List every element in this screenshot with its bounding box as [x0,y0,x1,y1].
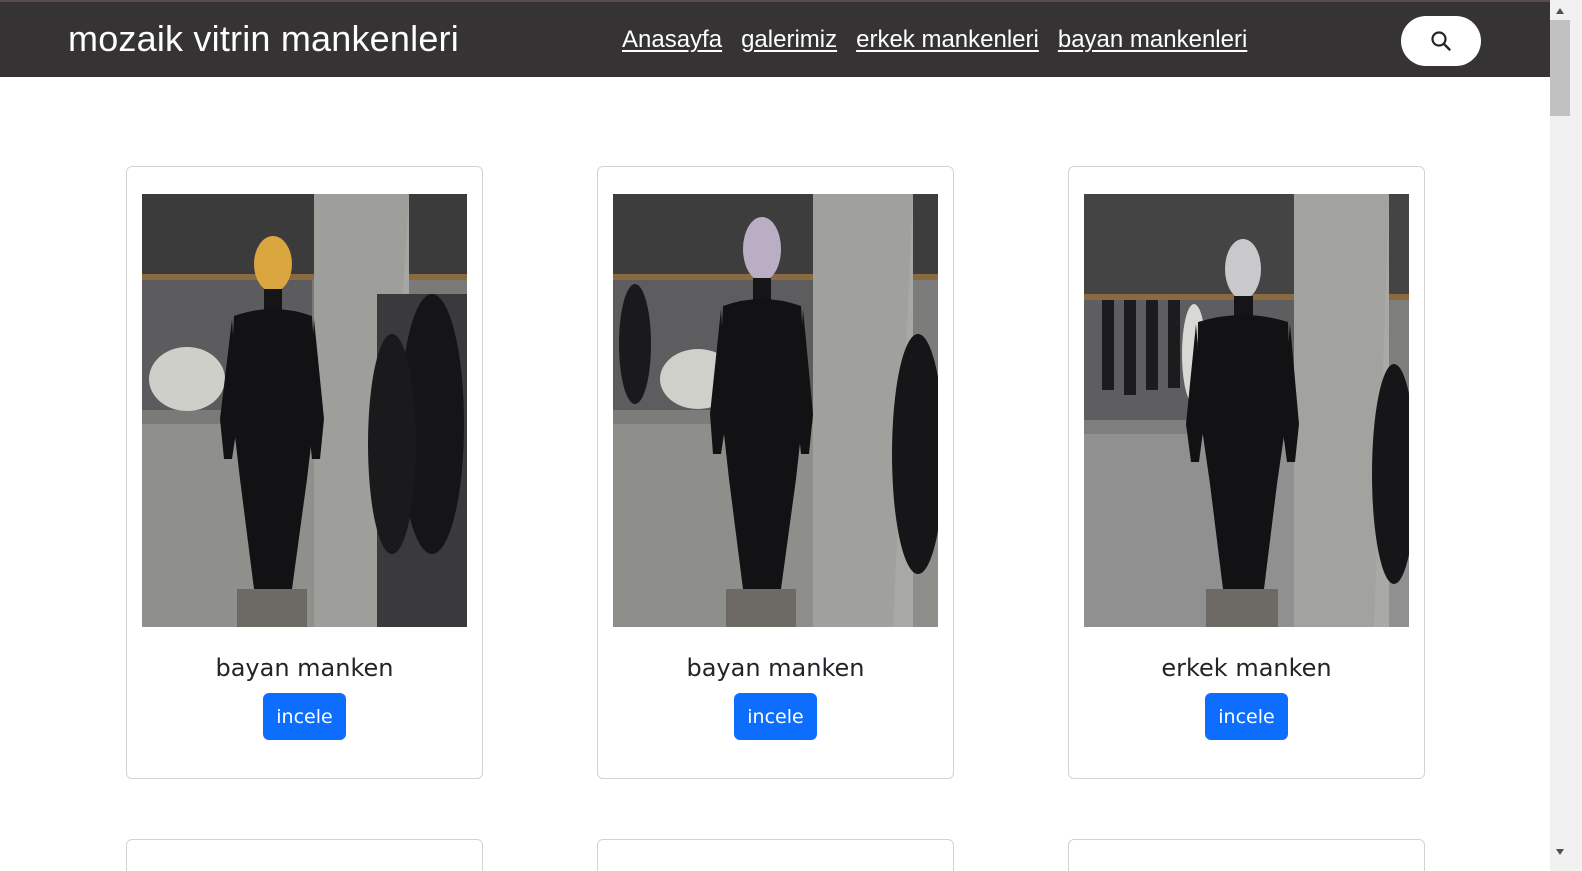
inspect-button[interactable]: incele [734,693,817,740]
top-navbar: mozaik vitrin mankenleri Anasayfa galeri… [0,0,1550,77]
inspect-button[interactable]: incele [1205,693,1288,740]
product-image[interactable] [1084,194,1409,627]
nav-link-anasayfa[interactable]: Anasayfa [622,26,722,54]
search-button[interactable] [1401,16,1481,66]
product-card: erkek manken incele [1068,166,1425,779]
inspect-button[interactable]: incele [263,693,346,740]
product-card [1068,839,1425,871]
scrollbar-thumb[interactable] [1550,20,1570,116]
page: mozaik vitrin mankenleri Anasayfa galeri… [0,0,1550,871]
main-nav: Anasayfa galerimiz erkek mankenleri baya… [622,26,1247,54]
scroll-down-arrow[interactable] [1550,843,1570,861]
product-card: bayan manken incele [597,166,954,779]
chevron-up-icon [1556,8,1564,14]
site-brand[interactable]: mozaik vitrin mankenleri [68,18,459,60]
product-image[interactable] [613,194,938,627]
search-icon [1431,31,1451,51]
product-image[interactable] [142,194,467,627]
product-title: bayan manken [215,654,394,682]
vertical-scrollbar[interactable] [1550,0,1582,871]
chevron-down-icon [1556,849,1564,855]
scroll-up-arrow[interactable] [1550,2,1570,20]
nav-link-erkek-mankenleri[interactable]: erkek mankenleri [856,26,1039,54]
nav-link-bayan-mankenleri[interactable]: bayan mankenleri [1058,26,1247,54]
product-card [126,839,483,871]
nav-link-galerimiz[interactable]: galerimiz [741,26,837,54]
product-title: erkek manken [1161,654,1332,682]
product-title: bayan manken [686,654,865,682]
product-card: bayan manken incele [126,166,483,779]
product-card [597,839,954,871]
